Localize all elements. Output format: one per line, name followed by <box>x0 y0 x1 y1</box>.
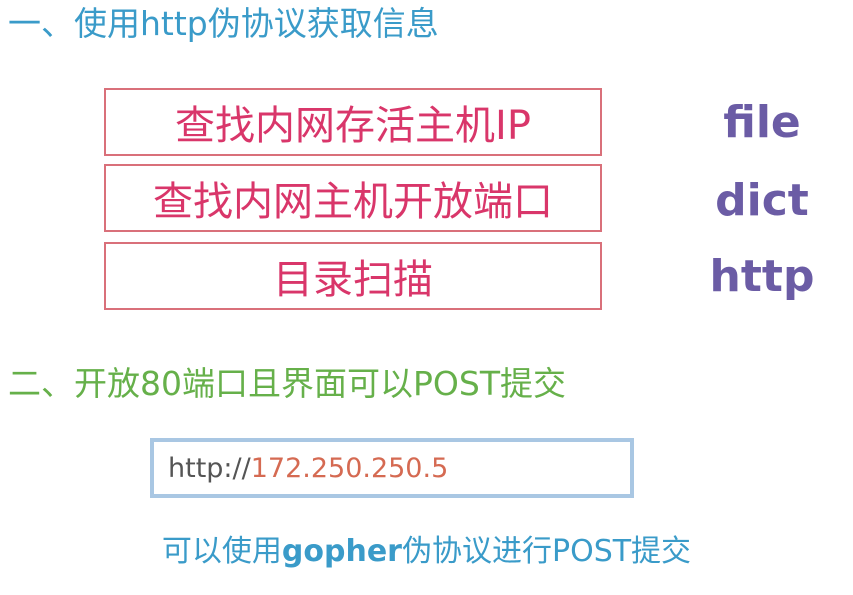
protocol-label-dict: dict <box>715 175 809 226</box>
protocol-label-http: http <box>709 251 815 302</box>
note-prefix: 可以使用 <box>161 534 282 569</box>
note-suffix: 伪协议进行POST提交 <box>401 534 692 569</box>
note-highlight: gopher <box>281 534 402 569</box>
task-label: 目录扫描 <box>273 257 433 303</box>
protocol-label-file: file <box>723 97 801 148</box>
task-box-directory-scan: 目录扫描 <box>104 242 602 310</box>
url-host: 172.250.250.5 <box>250 452 449 484</box>
gopher-note: 可以使用gopher伪协议进行POST提交 <box>0 532 853 572</box>
section1-heading: 一、使用http伪协议获取信息 <box>8 4 439 43</box>
task-box-alive-hosts: 查找内网存活主机IP <box>104 88 602 156</box>
task-label: 查找内网主机开放端口 <box>153 179 553 225</box>
task-box-open-ports: 查找内网主机开放端口 <box>104 164 602 232</box>
section2-heading: 二、开放80端口且界面可以POST提交 <box>8 364 566 403</box>
url-scheme: http:// <box>168 452 251 484</box>
url-box: http://172.250.250.5 <box>150 438 634 498</box>
task-label: 查找内网存活主机IP <box>175 103 531 149</box>
